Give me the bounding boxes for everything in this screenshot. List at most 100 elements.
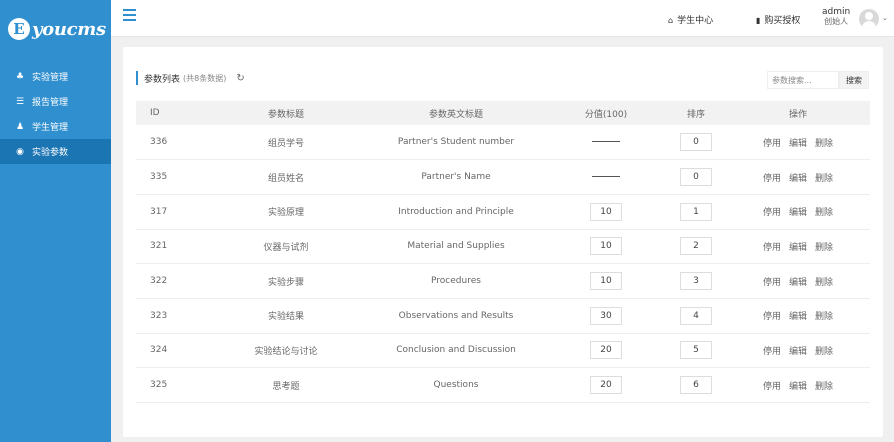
sitemap-icon: ♣ [15, 71, 25, 82]
cell-sort: 0 [666, 125, 726, 161]
cell-en-title: Procedures [366, 263, 546, 299]
edit-button[interactable]: 编辑 [789, 243, 807, 253]
delete-button[interactable]: 删除 [815, 382, 833, 392]
column-header-en-title: 参数英文标题 [366, 101, 546, 125]
sidebar-item-report-management[interactable]: ☰ 报告管理 [0, 89, 111, 114]
topbar: ⌂ 学生中心 ▮ 购买授权 admin 创始人 ⌄ [111, 0, 894, 37]
parameter-table: ID 参数标题 参数英文标题 分值(100) 排序 操作 336 组员学号 Part… [136, 101, 870, 403]
disable-button[interactable]: 停用 [763, 139, 781, 149]
delete-button[interactable]: 删除 [815, 312, 833, 322]
student-center-label: 学生中心 [677, 16, 714, 26]
edit-button[interactable]: 编辑 [789, 382, 807, 392]
cell-id: 321 [136, 229, 206, 265]
cell-actions: 停用 编辑 删除 [726, 125, 870, 161]
sidebar-item-experiment-parameters[interactable]: ◉ 实验参数 [0, 139, 111, 164]
disable-button[interactable]: 停用 [763, 347, 781, 357]
sidebar-item-label: 报告管理 [32, 98, 69, 108]
delete-button[interactable]: 删除 [815, 139, 833, 149]
sort-input[interactable]: 4 [680, 306, 712, 325]
cell-score: 30 [546, 298, 666, 334]
sort-input[interactable]: 6 [680, 376, 712, 395]
table-row: 325 思考题 Questions 20 6 停用 编辑 删除 [136, 367, 870, 403]
cell-en-title: Partner's Student number [366, 125, 546, 161]
sort-input[interactable]: 0 [680, 133, 712, 152]
purchase-license-link[interactable]: ▮ 购买授权 [756, 13, 800, 26]
delete-button[interactable]: 删除 [815, 174, 833, 184]
cell-id: 322 [136, 263, 206, 299]
table-row: 317 实验原理 Introduction and Principle 10 1 停用 编辑… [136, 194, 870, 230]
disable-button[interactable]: 停用 [763, 382, 781, 392]
sidebar-item-label: 实验管理 [32, 73, 69, 83]
column-header-score: 分值(100) [546, 101, 666, 125]
cell-en-title: Introduction and Principle [366, 194, 546, 230]
cell-sort: 4 [666, 298, 726, 334]
sidebar-item-label: 实验参数 [32, 148, 69, 158]
search-input[interactable] [767, 71, 839, 89]
cell-id: 323 [136, 298, 206, 334]
search-button[interactable]: 搜索 [839, 71, 869, 89]
disable-button[interactable]: 停用 [763, 278, 781, 288]
cell-actions: 停用 编辑 删除 [726, 159, 870, 195]
cell-title: 思考题 [206, 367, 366, 403]
sort-input[interactable]: 3 [680, 272, 712, 291]
disable-button[interactable]: 停用 [763, 174, 781, 184]
sort-input[interactable]: 1 [680, 202, 712, 221]
cell-sort: 5 [666, 333, 726, 369]
cell-id: 324 [136, 333, 206, 369]
purchase-license-label: 购买授权 [764, 16, 801, 26]
cell-sort: 0 [666, 159, 726, 195]
student-center-link[interactable]: ⌂ 学生中心 [668, 13, 713, 26]
home-icon: ⌂ [668, 16, 674, 25]
delete-button[interactable]: 删除 [815, 243, 833, 253]
cell-title: 实验步骤 [206, 263, 366, 299]
edit-button[interactable]: 编辑 [789, 278, 807, 288]
cell-actions: 停用 编辑 删除 [726, 367, 870, 403]
edit-button[interactable]: 编辑 [789, 347, 807, 357]
sidebar: E youcms ♣ 实验管理 ☰ 报告管理 ♟ 学生管理 ◉ 实验参数 [0, 0, 111, 442]
edit-button[interactable]: 编辑 [789, 208, 807, 218]
column-header-sort: 排序 [666, 101, 726, 125]
score-input[interactable]: 10 [590, 272, 622, 291]
score-input[interactable]: 10 [590, 202, 622, 221]
disable-button[interactable]: 停用 [763, 243, 781, 253]
parameter-list-panel: 参数列表 (共8条数据) ↻ 搜索 ID 参数标题 参数英文标题 分值(100)… [123, 47, 883, 437]
bookmark-icon: ▮ [756, 16, 761, 25]
score-input[interactable]: 20 [590, 341, 622, 360]
cell-score: 10 [546, 263, 666, 299]
delete-button[interactable]: 删除 [815, 208, 833, 218]
edit-button[interactable]: 编辑 [789, 174, 807, 184]
logo[interactable]: E youcms [0, 0, 111, 58]
sort-input[interactable]: 5 [680, 341, 712, 360]
delete-button[interactable]: 删除 [815, 347, 833, 357]
cell-id: 325 [136, 367, 206, 403]
cell-en-title: Partner's Name [366, 159, 546, 195]
disable-button[interactable]: 停用 [763, 208, 781, 218]
sort-input[interactable]: 0 [680, 168, 712, 187]
sidebar-item-student-management[interactable]: ♟ 学生管理 [0, 114, 111, 139]
cell-id: 336 [136, 125, 206, 161]
sidebar-menu: ♣ 实验管理 ☰ 报告管理 ♟ 学生管理 ◉ 实验参数 [0, 64, 111, 164]
column-header-actions: 操作 [726, 101, 870, 125]
refresh-icon[interactable]: ↻ [236, 73, 244, 84]
edit-button[interactable]: 编辑 [789, 139, 807, 149]
cell-en-title: Observations and Results [366, 298, 546, 334]
score-input[interactable]: 30 [590, 306, 622, 325]
user-role: 创始人 [824, 17, 849, 26]
sort-input[interactable]: 2 [680, 237, 712, 256]
edit-button[interactable]: 编辑 [789, 312, 807, 322]
chevron-down-icon[interactable]: ⌄ [882, 14, 888, 22]
sidebar-item-experiment-management[interactable]: ♣ 实验管理 [0, 64, 111, 89]
menu-toggle-icon[interactable] [123, 9, 136, 24]
delete-button[interactable]: 删除 [815, 278, 833, 288]
disable-button[interactable]: 停用 [763, 312, 781, 322]
table-row: 321 仪器与试剂 Material and Supplies 10 2 停用 编辑 删除 [136, 229, 870, 265]
score-input[interactable]: 10 [590, 237, 622, 256]
cell-score [546, 159, 666, 195]
score-input[interactable]: 20 [590, 376, 622, 395]
cell-actions: 停用 编辑 删除 [726, 333, 870, 369]
score-empty-dash [592, 176, 620, 178]
score-empty-dash [592, 141, 620, 143]
user-menu[interactable]: admin 创始人 [822, 7, 850, 27]
avatar[interactable] [859, 9, 879, 29]
table-row: 323 实验结果 Observations and Results 30 4 停用 编辑 删除 [136, 298, 870, 334]
